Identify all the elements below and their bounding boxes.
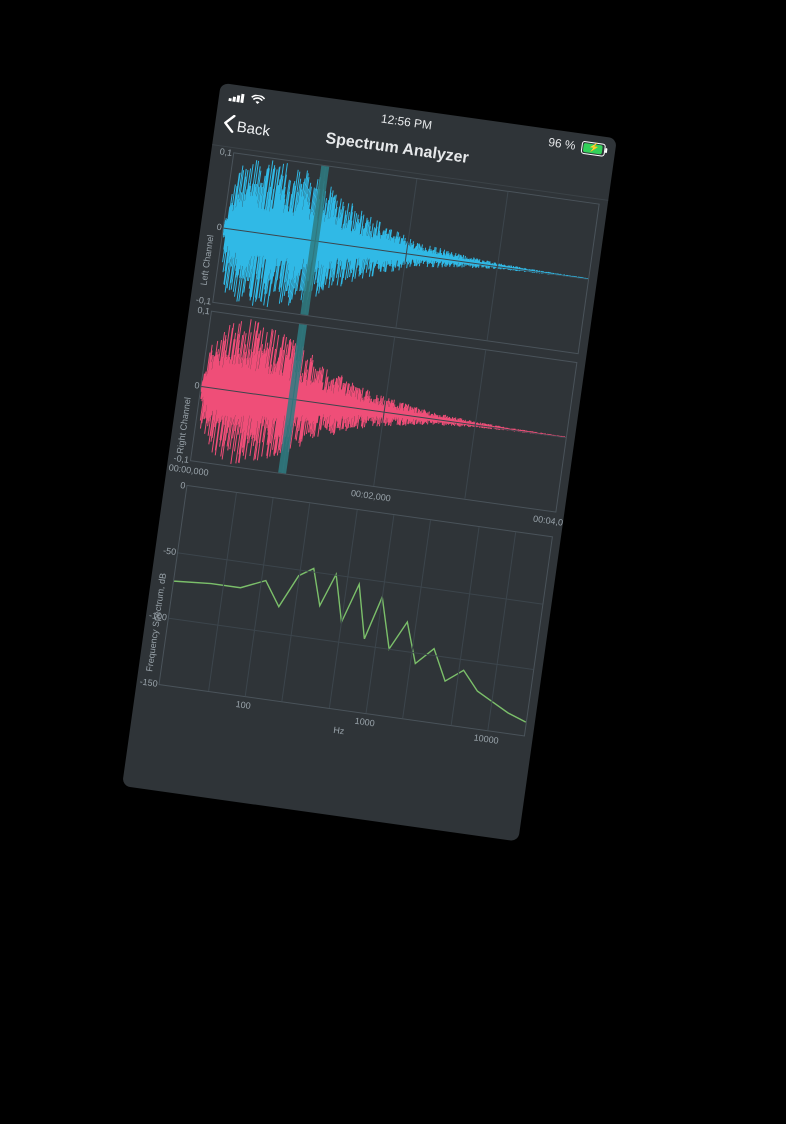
y-tick: 0,1	[187, 303, 210, 316]
battery-percent: 96 %	[547, 135, 576, 153]
signal-icon	[228, 90, 246, 106]
wifi-icon	[250, 93, 266, 109]
time-tick: 00:00,000	[168, 462, 209, 477]
axis-label-left: Left Channel	[199, 234, 216, 286]
axis-label-right: Right Channel	[175, 397, 193, 455]
spectrum-chart[interactable]: Hz 0-50-100-150100100010000	[158, 485, 553, 737]
y-tick: 0	[177, 378, 200, 391]
y-tick: -50	[154, 544, 177, 557]
clock: 12:56 PM	[380, 112, 433, 133]
y-tick: 0	[163, 478, 186, 491]
time-tick: 00:04,000	[533, 514, 574, 529]
y-tick: -100	[144, 610, 167, 623]
y-tick: -150	[135, 676, 158, 689]
x-tick: 100	[235, 699, 251, 711]
x-tick: 10000	[473, 732, 499, 745]
x-axis-unit: Hz	[333, 725, 345, 736]
y-tick: 0,1	[210, 145, 233, 158]
battery-icon: ⚡	[581, 140, 607, 156]
time-tick: 00:02,000	[350, 488, 391, 503]
phone-frame: 12:56 PM 96 % ⚡ Back Spectrum Analyzer L…	[122, 83, 617, 842]
x-tick: 1000	[354, 716, 375, 729]
y-tick: 0	[199, 219, 222, 232]
